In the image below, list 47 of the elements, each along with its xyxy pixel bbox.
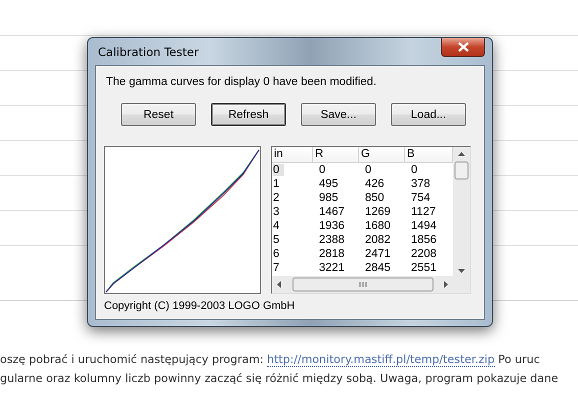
table-cell: 754 [411,192,430,204]
dialog-button[interactable]: Reset [121,103,196,126]
table-cell: 1856 [411,234,437,246]
column-header[interactable]: in [272,147,313,162]
table-cell: 1680 [365,220,391,232]
table-cell: 495 [319,178,338,190]
table-cell: 426 [365,178,384,190]
table-cell: 1269 [365,206,391,218]
paragraph-line: oszę pobrać i uruchomić następujący program: http://monitory.mastiff.pl/temp/tester.zip Po uruc [0,352,540,369]
status-message: The gamma curves for display 0 have been modified. [106,76,378,88]
table-cell[interactable]: 5 [273,234,280,246]
table-cell: 985 [319,192,338,204]
column-header[interactable]: R [313,147,359,162]
table-cell: 2845 [365,262,391,274]
table-cell[interactable]: 2 [273,192,280,204]
table-cell: 2551 [411,262,437,274]
table-cell: 378 [411,178,430,190]
table-cell: 0 [411,164,418,176]
table-cell: 2818 [319,248,345,260]
close-icon [458,42,468,52]
table-cell[interactable]: 7 [273,262,280,274]
table-cell: 850 [365,192,384,204]
dialog-button[interactable]: Load... [391,103,466,126]
table-cell: 0 [319,164,326,176]
table-cell[interactable]: 4 [273,220,280,232]
table-cell: 1494 [411,220,437,232]
paragraph-line: gularne oraz kolumny liczb powinny zacząć się różnić między sobą. Uwaga, program pokazuje dane [0,371,558,387]
table-cell: 2471 [365,248,391,260]
table-cell: 0 [365,164,372,176]
table-cell: 2208 [411,248,437,260]
table-cell[interactable]: 0 [273,164,284,176]
table-cell: 1127 [411,206,436,218]
table-cell[interactable]: 3 [273,206,280,218]
dialog-button[interactable]: Refresh [211,103,286,126]
table-cell: 1467 [319,206,345,218]
table-cell: 1936 [319,220,345,232]
table-cell: 2082 [365,234,391,246]
close-button[interactable] [441,38,485,56]
table-cell[interactable]: 6 [273,248,280,260]
copyright-text: Copyright (C) 1999-2003 LOGO GmbH [104,300,296,312]
window-title: Calibration Tester [97,44,199,58]
dialog-button[interactable]: Save... [301,103,376,126]
column-header[interactable]: G [359,147,405,162]
table-cell: 2388 [319,234,345,246]
table-cell: 3221 [319,262,345,274]
download-link[interactable]: http://monitory.mastiff.pl/temp/tester.zip [267,353,495,367]
table-cell[interactable]: 1 [273,178,280,190]
